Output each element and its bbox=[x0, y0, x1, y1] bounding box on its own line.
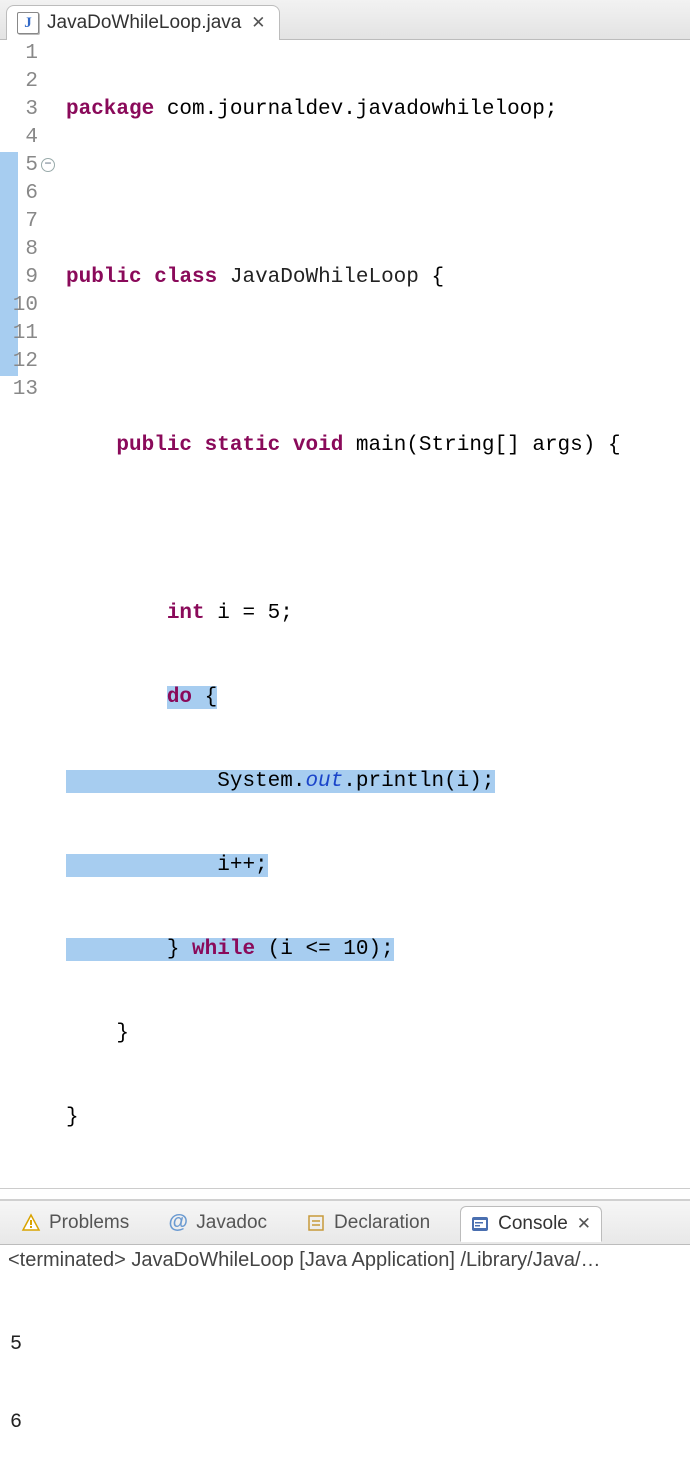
line-number: 4 bbox=[0, 124, 38, 152]
line-number: 11 bbox=[0, 320, 38, 348]
code-line: int i = 5; bbox=[66, 600, 690, 628]
line-number: 8 bbox=[0, 236, 38, 264]
code-line: public class JavaDoWhileLoop { bbox=[66, 264, 690, 292]
line-number: 3 bbox=[0, 96, 38, 124]
line-number: 5 bbox=[0, 152, 38, 180]
fold-strip: − bbox=[44, 40, 54, 1188]
line-number: 2 bbox=[0, 68, 38, 96]
tab-javadoc[interactable]: @ Javadoc bbox=[159, 1206, 275, 1240]
warning-icon bbox=[20, 1212, 42, 1234]
console-line: 6 bbox=[10, 1410, 680, 1436]
tab-declaration[interactable]: Declaration bbox=[297, 1206, 438, 1240]
code-area: 1 2 3 4 5 6 7 8 9 10 11 12 13 − package … bbox=[0, 40, 690, 1188]
console-status: <terminated> JavaDoWhileLoop [Java Appli… bbox=[0, 1245, 690, 1274]
line-number: 10 bbox=[0, 292, 38, 320]
editor-tab-filename: JavaDoWhileLoop.java bbox=[47, 12, 241, 34]
code-body[interactable]: package com.journaldev.javadowhileloop; … bbox=[54, 40, 690, 1188]
fold-toggle-icon[interactable]: − bbox=[41, 158, 55, 172]
tab-label: Console bbox=[498, 1213, 568, 1235]
code-line: } bbox=[66, 1104, 690, 1132]
editor-tab[interactable]: J JavaDoWhileLoop.java ✕ bbox=[6, 5, 280, 40]
tab-label: Problems bbox=[49, 1212, 129, 1234]
code-line: } while (i <= 10); bbox=[66, 936, 690, 964]
code-line: System.out.println(i); bbox=[66, 768, 690, 796]
editor-panel: J JavaDoWhileLoop.java ✕ 1 2 3 4 5 6 7 8… bbox=[0, 0, 690, 1189]
code-line: public static void main(String[] args) { bbox=[66, 432, 690, 460]
close-icon[interactable]: ✕ bbox=[249, 14, 267, 32]
line-number: 13 bbox=[0, 376, 38, 404]
bottom-panel: Problems @ Javadoc Declaration Console ✕… bbox=[0, 1199, 690, 1472]
tab-label: Declaration bbox=[334, 1212, 430, 1234]
java-file-icon: J bbox=[17, 12, 39, 34]
line-number-gutter: 1 2 3 4 5 6 7 8 9 10 11 12 13 bbox=[0, 40, 44, 1188]
declaration-icon bbox=[305, 1212, 327, 1234]
code-line: } bbox=[66, 1020, 690, 1048]
line-number: 6 bbox=[0, 180, 38, 208]
close-icon[interactable]: ✕ bbox=[575, 1215, 593, 1233]
code-line: i++; bbox=[66, 852, 690, 880]
tab-console[interactable]: Console ✕ bbox=[460, 1206, 602, 1242]
line-number: 7 bbox=[0, 208, 38, 236]
console-output[interactable]: 5 6 7 8 9 10 bbox=[0, 1274, 690, 1472]
code-line bbox=[66, 516, 690, 544]
line-number: 1 bbox=[0, 40, 38, 68]
code-line: do { bbox=[66, 684, 690, 712]
javadoc-icon: @ bbox=[167, 1212, 189, 1234]
console-line: 5 bbox=[10, 1332, 680, 1358]
code-line: package com.journaldev.javadowhileloop; bbox=[66, 96, 690, 124]
console-icon bbox=[469, 1213, 491, 1235]
line-number: 12 bbox=[0, 348, 38, 376]
code-line bbox=[66, 180, 690, 208]
view-tab-bar: Problems @ Javadoc Declaration Console ✕ bbox=[0, 1201, 690, 1245]
tab-problems[interactable]: Problems bbox=[12, 1206, 137, 1240]
tab-label: Javadoc bbox=[196, 1212, 267, 1234]
editor-tab-bar: J JavaDoWhileLoop.java ✕ bbox=[0, 0, 690, 40]
line-number: 9 bbox=[0, 264, 38, 292]
code-line bbox=[66, 348, 690, 376]
